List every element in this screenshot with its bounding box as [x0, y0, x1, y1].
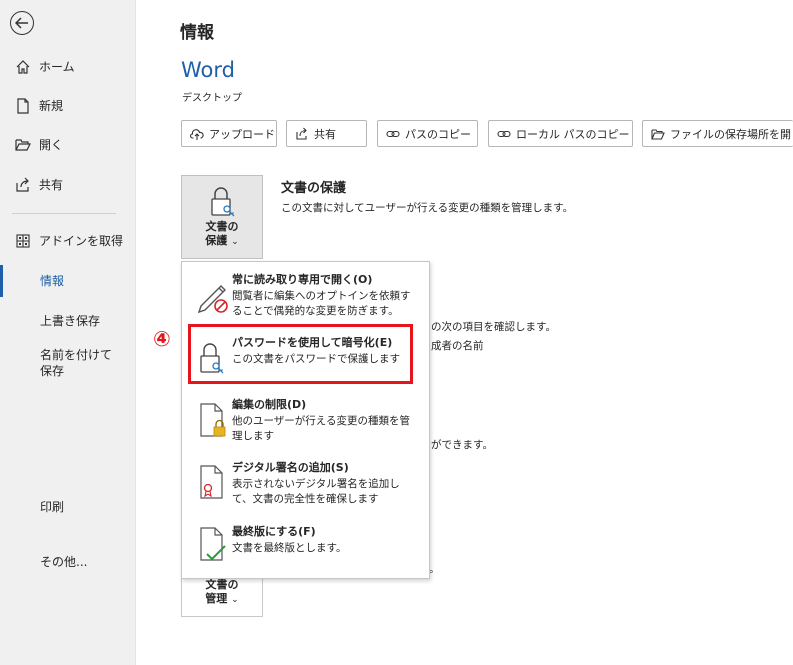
addins-grid-icon	[15, 233, 31, 249]
nav-open[interactable]: 開く	[0, 129, 135, 161]
nav-more[interactable]: その他...	[0, 546, 135, 578]
menu-item-mark-as-final-title: 最終版にする(F)	[232, 525, 316, 538]
open-file-location-button-label: ファイルの保存場所を開	[670, 127, 791, 141]
protect-document-menu: 常に読み取り専用で開く(O) 閲覧者に編集へのオプトインを依頼することで偶発的な…	[181, 261, 430, 579]
copy-local-path-button-label: ローカル パスのコピー	[516, 127, 630, 141]
manage-document-label-2: 管理 ⌄	[205, 592, 239, 605]
menu-item-always-open-read-only-title: 常に読み取り専用で開く(O)	[232, 273, 373, 286]
upload-button[interactable]: アップロード	[181, 120, 277, 147]
nav-print-label: 印刷	[40, 499, 65, 514]
annotation-highlight-box	[188, 324, 413, 384]
folder-open-icon	[651, 127, 665, 141]
sidebar-divider	[12, 213, 116, 214]
nav-print[interactable]: 印刷	[0, 491, 135, 523]
versions-text: ができます。	[431, 439, 493, 451]
menu-item-add-digital-signature[interactable]: デジタル署名の追加(S) 表示されないデジタル署名を追加して、文書の完全性を確保…	[182, 450, 429, 514]
folder-open-icon	[15, 137, 31, 153]
nav-home-label: ホーム	[39, 59, 75, 74]
nav-save[interactable]: 上書き保存	[0, 305, 135, 337]
open-file-location-button[interactable]: ファイルの保存場所を開	[642, 120, 793, 147]
page-title: 情報	[180, 23, 214, 43]
document-check-icon	[195, 524, 231, 564]
nav-info-label: 情報	[40, 273, 65, 288]
menu-item-restrict-editing-title: 編集の制限(D)	[232, 398, 307, 411]
nav-new[interactable]: 新規	[0, 90, 135, 122]
share-button[interactable]: 共有	[286, 120, 367, 147]
upload-button-label: アップロード	[209, 127, 275, 141]
share-icon	[295, 127, 309, 141]
protect-section-title: 文書の保護	[281, 181, 347, 196]
manage-document-label-1: 文書の	[205, 578, 239, 591]
document-lock-icon	[195, 400, 231, 440]
app-name: Word	[181, 58, 235, 82]
share-button-label: 共有	[314, 127, 336, 141]
copy-local-path-button[interactable]: ローカル パスのコピー	[488, 120, 633, 147]
nav-more-label: その他...	[40, 554, 88, 569]
document-signature-icon	[195, 462, 231, 502]
link-icon	[386, 127, 400, 141]
nav-get-addins[interactable]: アドインを取得	[0, 225, 135, 257]
nav-new-label: 新規	[39, 98, 64, 113]
new-document-icon	[15, 98, 31, 114]
copy-path-button-label: パスのコピー	[405, 127, 471, 141]
protect-document-label-2: 保護 ⌄	[205, 234, 239, 247]
share-icon	[15, 177, 31, 193]
protect-section-desc: この文書に対してユーザーが行える変更の種類を管理します。	[281, 202, 574, 214]
inspect-text: の次の項目を確認します。	[431, 321, 556, 333]
nav-save-label: 上書き保存	[40, 313, 101, 328]
chevron-down-icon: ⌄	[231, 237, 239, 247]
copy-path-button[interactable]: パスのコピー	[377, 120, 478, 147]
browser-text: 。	[429, 563, 440, 575]
author-text: 成者の名前	[431, 340, 484, 352]
nav-save-as[interactable]: 名前を付けて保存	[0, 347, 135, 389]
backstage-sidebar: ホーム 新規 開く 共有 アドインを取得 情報 上書き保存 名前を付けて保存 印	[0, 0, 136, 665]
cloud-upload-icon	[190, 127, 204, 141]
nav-info[interactable]: 情報	[0, 265, 135, 297]
protect-document-label-1: 文書の	[205, 220, 239, 233]
nav-open-label: 開く	[39, 137, 64, 152]
menu-item-restrict-editing-desc: 他のユーザーが行える変更の種類を管理します	[232, 415, 410, 442]
link-icon	[497, 127, 511, 141]
app-subtitle: デスクトップ	[182, 93, 242, 104]
nav-share-label: 共有	[39, 177, 64, 192]
menu-item-mark-as-final-desc: 文書を最終版とします。	[232, 542, 347, 554]
lock-key-icon	[208, 185, 236, 217]
nav-share[interactable]: 共有	[0, 169, 135, 201]
annotation-step-marker: ④	[153, 327, 171, 351]
nav-get-addins-label: アドインを取得	[39, 233, 124, 248]
protect-document-button[interactable]: 文書の 保護 ⌄	[181, 175, 263, 259]
nav-home[interactable]: ホーム	[0, 51, 135, 83]
menu-item-restrict-editing[interactable]: 編集の制限(D) 他のユーザーが行える変更の種類を管理します	[182, 388, 429, 450]
nav-save-as-label: 名前を付けて保存	[40, 348, 113, 378]
home-icon	[15, 59, 31, 75]
pencil-no-edit-icon	[195, 274, 231, 314]
menu-item-always-open-read-only-desc: 閲覧者に編集へのオプトインを依頼することで偶発的な変更を防ぎます。	[232, 290, 411, 317]
chevron-down-icon: ⌄	[231, 595, 239, 605]
back-arrow-icon[interactable]	[10, 11, 34, 35]
menu-item-mark-as-final[interactable]: 最終版にする(F) 文書を最終版とします。	[182, 514, 429, 578]
menu-item-always-open-read-only[interactable]: 常に読み取り専用で開く(O) 閲覧者に編集へのオプトインを依頼することで偶発的な…	[182, 262, 429, 326]
menu-item-add-digital-signature-desc: 表示されないデジタル署名を追加して、文書の完全性を確保します	[232, 478, 400, 505]
menu-item-add-digital-signature-title: デジタル署名の追加(S)	[232, 461, 349, 474]
